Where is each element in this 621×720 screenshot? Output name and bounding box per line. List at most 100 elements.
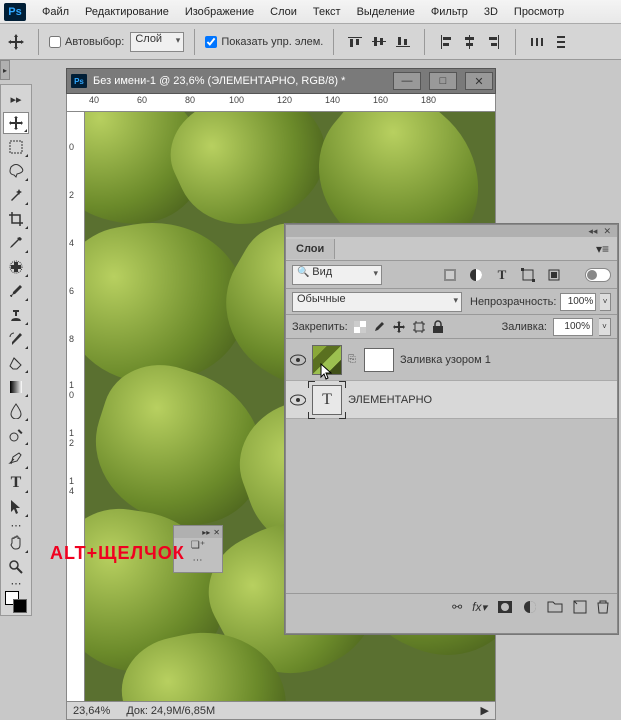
history-brush-tool[interactable] — [3, 328, 29, 350]
lock-position-icon[interactable] — [392, 320, 406, 334]
collapsed-panel-tab[interactable]: ▸ — [0, 60, 10, 80]
align-hcenter-icon[interactable] — [459, 31, 481, 53]
tool-separator: ⋯ — [3, 520, 29, 530]
new-layer-icon[interactable] — [573, 600, 587, 614]
panel-menu-icon[interactable]: ▾≡ — [588, 242, 617, 256]
dodge-tool[interactable] — [3, 424, 29, 446]
opacity-value[interactable]: 100% — [560, 293, 596, 311]
doc-size-info[interactable]: Док: 24,9M/6,85M — [126, 705, 215, 717]
path-selection-tool[interactable] — [3, 496, 29, 518]
new-group-icon[interactable] — [547, 600, 563, 613]
distribute-v-icon[interactable] — [550, 31, 572, 53]
lock-artboard-icon[interactable] — [412, 320, 426, 334]
opacity-dropdown[interactable]: ˅ — [600, 293, 611, 311]
lock-transparency-icon[interactable] — [354, 321, 366, 333]
layer-name-label[interactable]: Заливка узором 1 — [400, 354, 491, 366]
filter-toggle[interactable] — [585, 268, 611, 282]
autoselect-target-select[interactable]: Слой — [130, 32, 184, 52]
spot-heal-tool[interactable] — [3, 256, 29, 278]
autoselect-label: Автовыбор: — [65, 36, 124, 48]
lock-paint-icon[interactable] — [372, 320, 386, 334]
menu-view[interactable]: Просмотр — [506, 2, 572, 22]
filter-adjustment-icon[interactable] — [465, 264, 487, 286]
layers-tab[interactable]: Слои — [286, 239, 335, 259]
menu-edit[interactable]: Редактирование — [77, 2, 177, 22]
menu-type[interactable]: Текст — [305, 2, 349, 22]
show-transform-controls-checkbox[interactable]: Показать упр. элем. — [205, 36, 323, 48]
document-titlebar[interactable]: Ps Без имени-1 @ 23,6% (ЭЛЕМЕНТАРНО, RGB… — [66, 68, 496, 94]
filter-pixel-icon[interactable] — [439, 264, 461, 286]
color-swatches[interactable] — [3, 591, 29, 613]
crop-tool[interactable] — [3, 208, 29, 230]
blend-mode-select[interactable]: Обычные — [292, 292, 462, 312]
window-maximize-button[interactable]: □ — [429, 72, 457, 90]
link-layers-icon[interactable]: ⚯ — [452, 600, 462, 614]
hand-tool[interactable] — [3, 532, 29, 554]
menu-select[interactable]: Выделение — [349, 2, 423, 22]
align-top-icon[interactable] — [344, 31, 366, 53]
mouse-cursor-icon — [320, 363, 334, 381]
delete-layer-icon[interactable] — [597, 600, 609, 614]
filter-shape-icon[interactable] — [517, 264, 539, 286]
filter-kind-select[interactable]: 🔍 Вид — [292, 265, 382, 285]
menu-image[interactable]: Изображение — [177, 2, 262, 22]
magic-wand-tool[interactable] — [3, 184, 29, 206]
menu-3d[interactable]: 3D — [476, 2, 506, 22]
panel-close-icon[interactable]: ✕ — [213, 528, 220, 537]
panel-collapse-icon[interactable]: ◂◂ — [588, 226, 597, 237]
align-bottom-icon[interactable] — [392, 31, 414, 53]
menu-filter[interactable]: Фильтр — [423, 2, 476, 22]
align-right-icon[interactable] — [483, 31, 505, 53]
fill-dropdown[interactable]: ˅ — [599, 318, 611, 336]
type-tool[interactable]: T — [3, 472, 29, 494]
fill-value[interactable]: 100% — [553, 318, 593, 336]
zoom-tool[interactable] — [3, 556, 29, 578]
lock-all-icon[interactable] — [432, 320, 444, 334]
move-tool-icon — [4, 30, 28, 54]
layers-list: ⎘ Заливка узором 1 T ЭЛЕМЕНТАРНО — [286, 339, 617, 593]
distribute-h-icon[interactable] — [526, 31, 548, 53]
marquee-tool[interactable] — [3, 136, 29, 158]
panel-collapse-icon[interactable]: ▸▸ — [202, 528, 210, 537]
align-left-icon[interactable] — [435, 31, 457, 53]
move-tool[interactable] — [3, 112, 29, 134]
autoselect-checkbox[interactable]: Автовыбор: — [49, 36, 124, 48]
menu-file[interactable]: Файл — [34, 2, 77, 22]
layer-row[interactable]: T ЭЛЕМЕНТАРНО — [286, 381, 617, 419]
layer-mask-thumbnail[interactable] — [364, 348, 394, 372]
layer-style-icon[interactable]: fx▾ — [472, 600, 487, 614]
window-minimize-button[interactable]: — — [393, 72, 421, 90]
clone-stamp-tool[interactable] — [3, 304, 29, 326]
ruler-horizontal[interactable]: 40 60 80 100 120 140 160 180 — [66, 94, 496, 112]
panel-grip-icon[interactable]: ▸▸ — [3, 88, 29, 110]
link-icon[interactable]: ⎘ — [348, 354, 358, 365]
pen-tool[interactable] — [3, 448, 29, 470]
new-adjustment-icon[interactable] — [523, 600, 537, 614]
filter-smart-icon[interactable] — [543, 264, 565, 286]
window-close-button[interactable]: ✕ — [465, 72, 493, 90]
ruler-vertical[interactable]: 0 2 4 6 8 1 0 1 2 1 4 — [67, 112, 85, 701]
zoom-level[interactable]: 23,64% — [73, 705, 110, 717]
eraser-tool[interactable] — [3, 352, 29, 374]
visibility-eye-icon[interactable] — [290, 392, 306, 408]
cube-3d-icon[interactable]: ❏⁺ — [191, 540, 205, 551]
filter-type-icon[interactable]: T — [491, 264, 513, 286]
panel-more-icon[interactable]: ⋯ — [193, 555, 204, 566]
eyedropper-tool[interactable] — [3, 232, 29, 254]
blur-tool[interactable] — [3, 400, 29, 422]
brush-tool[interactable] — [3, 280, 29, 302]
document-status-bar: 23,64% Док: 24,9M/6,85M ▶ — [66, 702, 496, 720]
add-mask-icon[interactable] — [497, 600, 513, 614]
layer-thumbnail[interactable]: T — [312, 385, 342, 415]
panel-close-icon[interactable]: ✕ — [603, 226, 611, 237]
gradient-tool[interactable] — [3, 376, 29, 398]
layer-name-label[interactable]: ЭЛЕМЕНТАРНО — [348, 394, 432, 406]
options-bar: Автовыбор: Слой Показать упр. элем. — [0, 24, 621, 60]
align-vcenter-icon[interactable] — [368, 31, 390, 53]
visibility-eye-icon[interactable] — [290, 352, 306, 368]
app-menubar: Ps Файл Редактирование Изображение Слои … — [0, 0, 621, 24]
menu-layer[interactable]: Слои — [262, 2, 305, 22]
document-title: Без имени-1 @ 23,6% (ЭЛЕМЕНТАРНО, RGB/8)… — [93, 75, 387, 87]
lasso-tool[interactable] — [3, 160, 29, 182]
layer-row[interactable]: ⎘ Заливка узором 1 — [286, 339, 617, 381]
